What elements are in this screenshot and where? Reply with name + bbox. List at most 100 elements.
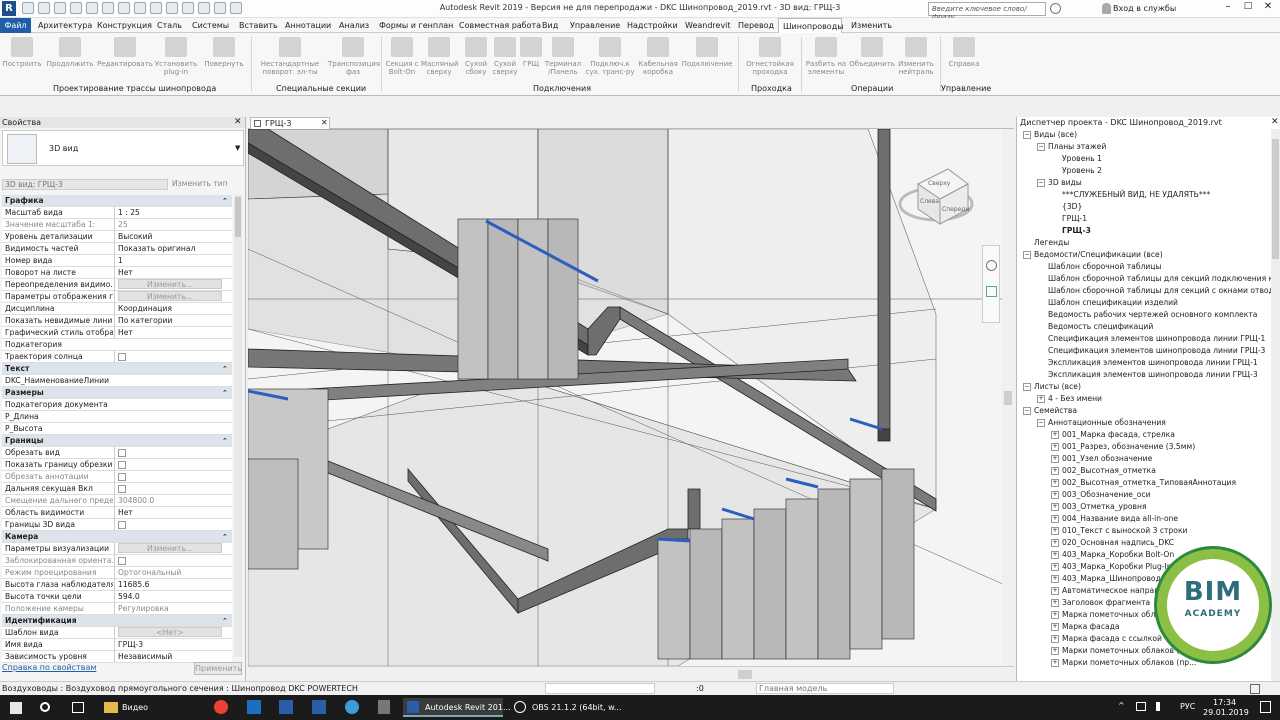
browser-item[interactable]: − Аннотационные обозначения (1037, 417, 1166, 429)
dry-transformer-connect-button[interactable]: Подключ.к сух. транс-ру (584, 37, 636, 76)
binoculars-icon[interactable] (1050, 3, 1061, 14)
expand-icon[interactable]: + (1051, 515, 1059, 523)
search-icon[interactable] (40, 702, 50, 712)
browser-item[interactable]: − Планы этажей (1037, 141, 1106, 153)
browser-item[interactable]: +403_Марка_Коробки Bolt-On (1051, 549, 1174, 561)
tab-collaborate[interactable]: Совместная работа (459, 18, 541, 33)
tab-manage[interactable]: Управление (570, 18, 620, 33)
expand-icon[interactable]: + (1037, 395, 1045, 403)
browser-item[interactable]: − Виды (все) (1023, 129, 1077, 141)
property-edit-button[interactable]: <Нет> (118, 627, 222, 637)
collapse-icon[interactable]: ⌃ (222, 435, 228, 447)
collapse-icon[interactable]: ⌃ (222, 195, 228, 207)
property-value[interactable]: 594.0 (114, 591, 232, 603)
expand-icon[interactable]: + (1051, 611, 1059, 619)
browser-item[interactable]: − Семейства (1023, 405, 1077, 417)
property-value[interactable] (114, 459, 232, 471)
browser-item[interactable]: +403_Марка_Шинопровод (1051, 573, 1161, 585)
browser-item[interactable]: −3D виды (1037, 177, 1082, 189)
tab-steel[interactable]: Сталь (157, 18, 182, 33)
terminal-panel-button[interactable]: Терминал /Панель (543, 37, 583, 76)
property-group-header[interactable]: Текст ⌃ (2, 363, 232, 375)
chrome-icon[interactable] (214, 700, 228, 714)
property-group-header[interactable]: Камера ⌃ (2, 531, 232, 543)
browser-item[interactable]: +002_Высотная_отметка_ТиповаяАннотация (1051, 477, 1236, 489)
browser-item[interactable]: Шаблон спецификации изделий (1037, 297, 1178, 309)
task-view-icon[interactable] (72, 702, 84, 713)
property-value[interactable]: 1 (114, 255, 232, 267)
search-input[interactable]: Введите ключевое слово/фразу (928, 2, 1046, 21)
property-value[interactable] (114, 351, 232, 363)
browser-item[interactable]: +003_Отметка_уровня (1051, 501, 1147, 513)
tab-annotate[interactable]: Аннотации (285, 18, 331, 33)
outlook-icon[interactable] (247, 700, 261, 714)
collapse-icon[interactable]: ⌃ (222, 363, 228, 375)
expand-icon[interactable]: + (1051, 647, 1059, 655)
view-tab[interactable]: ГРЩ-3 ✕ (250, 117, 330, 129)
expand-icon[interactable]: + (1051, 563, 1059, 571)
collapse-icon[interactable]: ⌃ (222, 387, 228, 399)
property-checkbox[interactable] (118, 461, 126, 469)
expand-icon[interactable]: + (1051, 467, 1059, 475)
expand-icon[interactable]: + (1051, 539, 1059, 547)
expand-icon[interactable]: + (1051, 659, 1059, 667)
browser-item[interactable]: ***СЛУЖЕБНЫЙ ВИД, НЕ УДАЛЯТЬ*** (1051, 189, 1210, 201)
properties-scrollbar[interactable] (234, 195, 242, 657)
collapse-icon[interactable]: − (1023, 131, 1031, 139)
install-plugin-button[interactable]: Установить plug-in (154, 37, 198, 76)
tab-addins[interactable]: Надстройки (627, 18, 678, 33)
browser-item[interactable]: ГРЩ-1 (1051, 213, 1087, 225)
browser-item[interactable]: Ведомость рабочих чертежей основного ком… (1037, 309, 1257, 321)
workset-field[interactable] (545, 683, 655, 694)
property-value[interactable] (114, 519, 232, 531)
property-value[interactable]: Нет (114, 507, 232, 519)
revit-alt-icon[interactable] (312, 700, 326, 714)
bolt-on-section-button[interactable]: Секция с Bolt-On (384, 37, 420, 76)
calculator-icon[interactable] (378, 700, 390, 714)
close-icon[interactable]: ✕ (234, 117, 242, 128)
property-group-header[interactable]: Границы ⌃ (2, 435, 232, 447)
browser-item[interactable]: +001_Марка фасада, стрелка (1051, 429, 1175, 441)
view-scrollbar[interactable] (248, 666, 1014, 681)
build-button[interactable]: Построить (2, 37, 42, 68)
property-group-header[interactable]: Размеры ⌃ (2, 387, 232, 399)
property-value[interactable]: 11685.6 (114, 579, 232, 591)
collapse-icon[interactable]: ⌃ (222, 615, 228, 627)
navigation-bar[interactable] (982, 245, 1000, 323)
tab-analyze[interactable]: Анализ (339, 18, 369, 33)
browser-item[interactable]: + Заголовок фрагмента (1051, 597, 1150, 609)
browser-item[interactable]: Спецификация элементов шинопровода линии… (1037, 345, 1265, 357)
tab-file[interactable]: Файл (0, 18, 31, 33)
help-button[interactable]: Справка (944, 37, 984, 68)
property-checkbox[interactable] (118, 473, 126, 481)
property-checkbox[interactable] (118, 521, 126, 529)
3d-viewport[interactable]: Сверху Спереди Слева (248, 129, 1014, 666)
browser-item[interactable]: +001_Разрез, обозначение (3.5мм) (1051, 441, 1195, 453)
close-icon[interactable]: ✕ (321, 118, 328, 127)
collapse-icon[interactable]: − (1023, 407, 1031, 415)
browser-item[interactable]: +020_Основная надпись_DKC (1051, 537, 1174, 549)
expand-icon[interactable]: + (1051, 551, 1059, 559)
browser-item[interactable]: +003_Обозначение_оси (1051, 489, 1151, 501)
network-icon[interactable] (1136, 702, 1146, 711)
tab-weandrevit[interactable]: Weandrevit (685, 18, 731, 33)
property-checkbox[interactable] (118, 557, 126, 565)
property-value[interactable]: Высокий (114, 231, 232, 243)
expand-icon[interactable]: + (1051, 527, 1059, 535)
property-value[interactable]: Показать оригинал (114, 243, 232, 255)
expand-icon[interactable]: + (1051, 443, 1059, 451)
property-checkbox[interactable] (118, 353, 126, 361)
browser-item[interactable]: +004_Название вида all-in-one (1051, 513, 1178, 525)
property-value[interactable]: Координация (114, 303, 232, 315)
phase-transposition-button[interactable]: Транспозиция фаз (328, 37, 380, 76)
expand-icon[interactable]: + (1051, 635, 1059, 643)
rotate-button[interactable]: Повернуть (201, 37, 247, 68)
clock-date[interactable]: 29.01.2019 (1203, 708, 1249, 717)
close-button[interactable]: ✕ (1260, 1, 1276, 15)
property-value[interactable] (114, 447, 232, 459)
dry-side-button[interactable]: Сухой сбоку (461, 37, 491, 76)
property-checkbox[interactable] (118, 449, 126, 457)
tab-architecture[interactable]: Архитектура (38, 18, 92, 33)
tab-structure[interactable]: Конструкция (97, 18, 152, 33)
tab-view[interactable]: Вид (542, 18, 558, 33)
